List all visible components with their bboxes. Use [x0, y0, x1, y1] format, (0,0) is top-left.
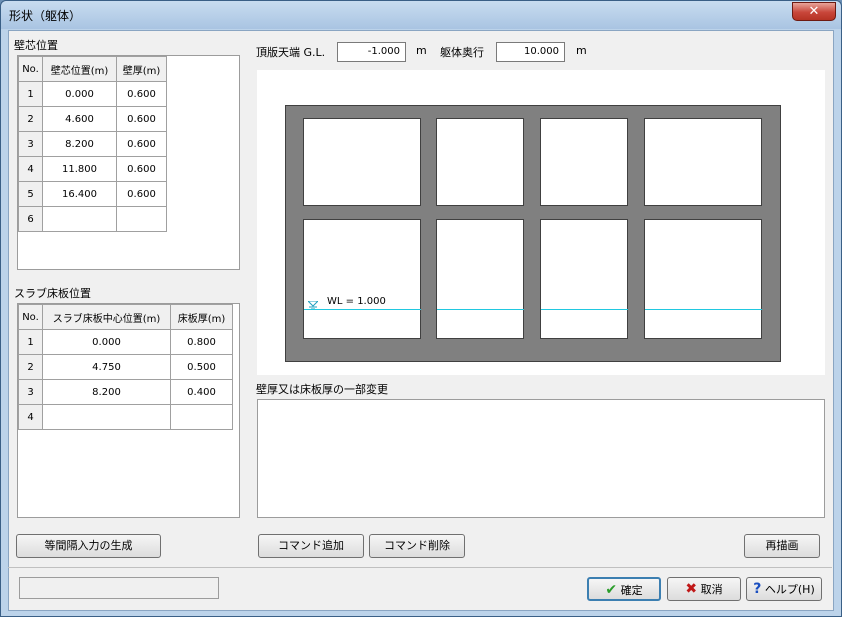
- window-title: 形状（躯体）: [9, 9, 82, 23]
- water-level-icon: [308, 301, 318, 309]
- cell-room: [644, 118, 762, 206]
- structure-section: WL = 1.000: [285, 105, 781, 362]
- table-row[interactable]: 2 4.600 0.600: [18, 106, 167, 132]
- col-header-wall-thickness: 壁厚(m): [116, 56, 167, 82]
- table-row[interactable]: 4 11.800 0.600: [18, 156, 167, 182]
- col-header-wall-position: 壁芯位置(m): [42, 56, 117, 82]
- table-row[interactable]: 1 0.000 0.800: [18, 329, 233, 355]
- question-icon: ?: [753, 581, 762, 597]
- generate-equal-spacing-button[interactable]: 等間隔入力の生成: [16, 534, 161, 558]
- cell-room: [436, 219, 524, 339]
- slab-table-header: No. スラブ床板中心位置(m) 床板厚(m): [18, 304, 233, 330]
- water-level-label: WL = 1.000: [327, 296, 386, 307]
- water-level-line: [304, 309, 421, 310]
- table-row[interactable]: 3 8.200 0.400: [18, 379, 233, 405]
- water-level-line: [645, 309, 762, 310]
- water-level-line: [541, 309, 628, 310]
- wall-table: No. 壁芯位置(m) 壁厚(m) 1 0.000 0.600 2 4.600 0.60…: [18, 56, 167, 232]
- depth-input[interactable]: 10.000: [496, 42, 565, 62]
- check-icon: ✔: [605, 582, 618, 598]
- wall-table-panel: No. 壁芯位置(m) 壁厚(m) 1 0.000 0.600 2 4.600 0.60…: [17, 55, 240, 270]
- slab-table-panel: No. スラブ床板中心位置(m) 床板厚(m) 1 0.000 0.800 2 4.7…: [17, 303, 240, 518]
- wall-table-header: No. 壁芯位置(m) 壁厚(m): [18, 56, 167, 82]
- cancel-button[interactable]: ✖ 取消: [667, 577, 741, 601]
- water-level-line: [437, 309, 524, 310]
- table-row[interactable]: 1 0.000 0.600: [18, 81, 167, 107]
- top-gl-label: 頂版天端 G.L.: [256, 46, 326, 59]
- top-gl-input[interactable]: -1.000: [337, 42, 406, 62]
- changes-label: 壁厚又は床板厚の一部変更: [256, 383, 388, 396]
- separator: [8, 567, 832, 568]
- add-command-button[interactable]: コマンド追加: [258, 534, 364, 558]
- col-header-slab-thickness: 床板厚(m): [170, 304, 233, 330]
- cell-room: [540, 118, 628, 206]
- ok-label: 確定: [620, 584, 643, 597]
- cell-room: [303, 118, 421, 206]
- col-header-no: No.: [18, 56, 43, 82]
- table-row[interactable]: 5 16.400 0.600: [18, 181, 167, 207]
- title-bar[interactable]: 形状（躯体） ✕: [1, 1, 841, 29]
- close-button[interactable]: ✕: [792, 2, 836, 21]
- cancel-label: 取消: [700, 583, 723, 596]
- cell-room: [644, 219, 762, 339]
- table-row[interactable]: 4: [18, 404, 233, 430]
- cell-room: [303, 219, 421, 339]
- help-label: ヘルプ(H): [764, 583, 815, 596]
- slab-section-label: スラブ床板位置: [14, 287, 91, 300]
- help-button[interactable]: ? ヘルプ(H): [746, 577, 822, 601]
- unit-label: m: [416, 44, 427, 57]
- unit-label: m: [576, 44, 587, 57]
- structure-drawing: WL = 1.000: [257, 70, 825, 375]
- table-row[interactable]: 6: [18, 206, 167, 232]
- changes-textarea[interactable]: [257, 399, 825, 518]
- table-row[interactable]: 3 8.200 0.600: [18, 131, 167, 157]
- wall-section-label: 壁芯位置: [14, 39, 58, 52]
- ok-button[interactable]: ✔ 確定: [587, 577, 661, 601]
- table-row[interactable]: 2 4.750 0.500: [18, 354, 233, 380]
- delete-command-button[interactable]: コマンド削除: [369, 534, 465, 558]
- status-bar: [19, 577, 219, 599]
- depth-label: 躯体奥行: [440, 46, 484, 59]
- redraw-button[interactable]: 再描画: [744, 534, 820, 558]
- col-header-no: No.: [18, 304, 43, 330]
- col-header-slab-position: スラブ床板中心位置(m): [42, 304, 171, 330]
- slab-table: No. スラブ床板中心位置(m) 床板厚(m) 1 0.000 0.800 2 4.7…: [18, 304, 233, 430]
- x-icon: ✖: [685, 581, 698, 597]
- cell-room: [540, 219, 628, 339]
- cell-room: [436, 118, 524, 206]
